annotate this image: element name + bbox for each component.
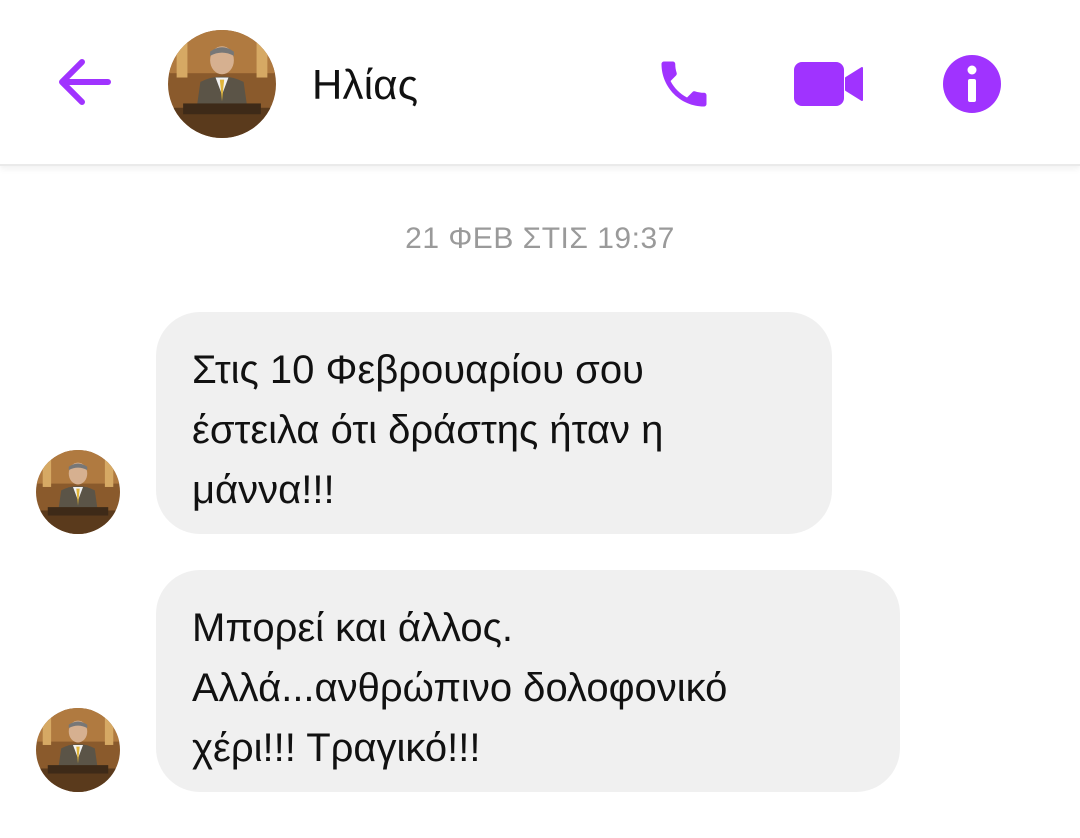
- contact-name[interactable]: Ηλίας: [312, 60, 418, 110]
- voice-call-button[interactable]: [650, 52, 718, 116]
- video-camera-icon: [794, 62, 863, 106]
- message-line: χέρι!!! Τραγικό!!!: [192, 726, 481, 770]
- phone-icon: [661, 61, 707, 107]
- video-call-button[interactable]: [790, 56, 868, 112]
- message-line: Στις 10 Φεβρουαρίου σου: [192, 348, 644, 392]
- message-timestamp: 21 ΦΕΒ ΣΤΙΣ 19:37: [405, 222, 675, 255]
- info-icon: [943, 55, 1001, 113]
- back-button[interactable]: [50, 52, 118, 112]
- sender-avatar[interactable]: [36, 708, 120, 792]
- message-line: Μπορεί και άλλος.: [192, 606, 513, 650]
- message-line: έστειλα ότι δράστης ήταν η: [192, 408, 664, 452]
- sender-avatar[interactable]: [36, 450, 120, 534]
- message-line: μάννα!!!: [192, 468, 335, 512]
- message-bubble[interactable]: Στις 10 Φεβρουαρίου σου έστειλα ότι δράσ…: [156, 312, 832, 534]
- back-arrow-icon: [59, 59, 111, 105]
- message-bubble[interactable]: Μπορεί και άλλος. Αλλά...ανθρώπινο δολοφ…: [156, 570, 900, 792]
- message-line: Αλλά...ανθρώπινο δολοφονικό: [192, 666, 728, 710]
- contact-avatar[interactable]: [168, 30, 276, 138]
- conversation-header: Ηλίας: [0, 0, 1080, 166]
- info-button[interactable]: [938, 52, 1006, 116]
